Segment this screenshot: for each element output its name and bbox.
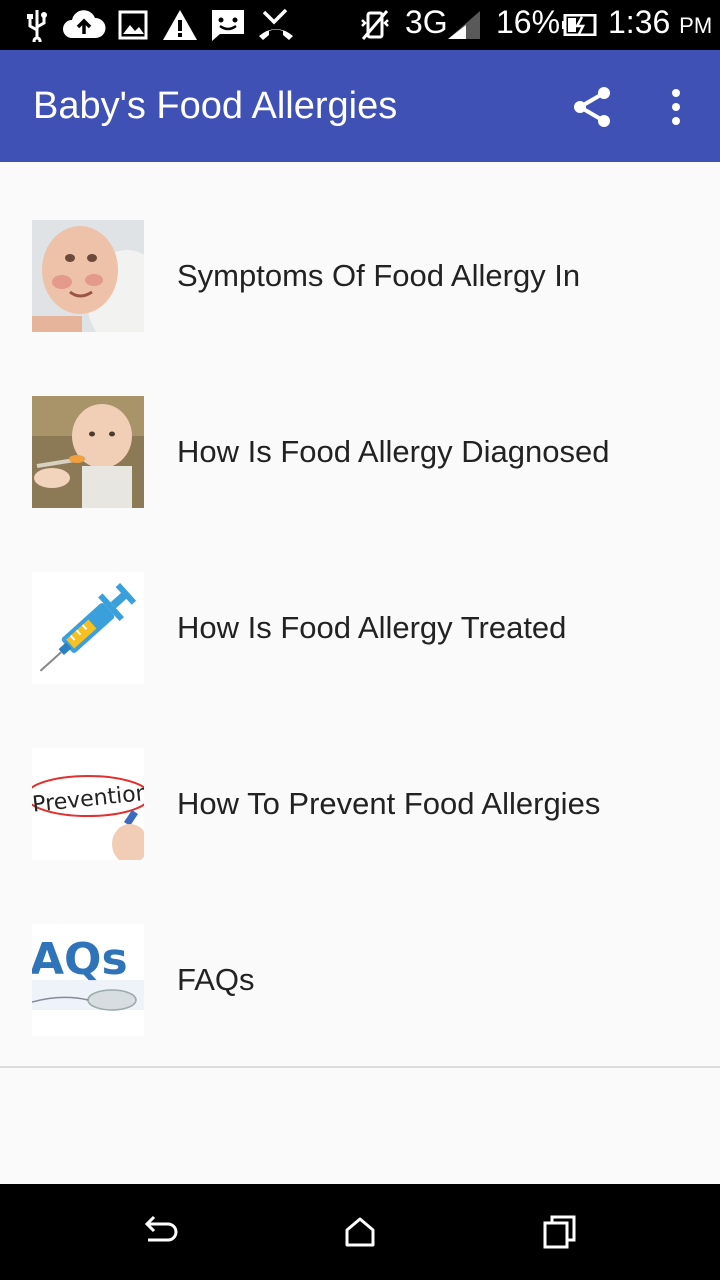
- list-item-label: How Is Food Allergy Diagnosed: [177, 434, 610, 469]
- usb-icon: [24, 8, 50, 42]
- status-bar: 3G 16% 1:36 PM: [0, 0, 720, 50]
- list-item-treated[interactable]: How Is Food Allergy Treated: [0, 514, 720, 690]
- overflow-menu-button[interactable]: [660, 83, 692, 131]
- baby-eating-image: [32, 396, 144, 508]
- baby-face-image: [32, 220, 144, 332]
- missed-call-icon: [256, 8, 296, 42]
- list-divider: [0, 1066, 720, 1068]
- image-icon: [118, 8, 148, 42]
- faqs-image: AQs: [32, 924, 144, 1036]
- recents-button[interactable]: [538, 1210, 582, 1254]
- more-vert-icon: [672, 89, 680, 125]
- battery-percent: 16%: [496, 4, 561, 40]
- list-item-diagnosed[interactable]: How Is Food Allergy Diagnosed: [0, 338, 720, 514]
- list-item-label: How To Prevent Food Allergies: [177, 786, 601, 821]
- network-type: 3G: [405, 4, 448, 40]
- back-icon: [144, 1215, 178, 1242]
- warning-icon: [162, 8, 198, 42]
- faqs-text: AQs: [32, 934, 128, 985]
- prevention-image: Prevention: [32, 748, 144, 860]
- message-icon: [210, 8, 246, 42]
- vibrate-off-icon: [360, 8, 390, 42]
- list-item-label: Symptoms Of Food Allergy In: [177, 258, 581, 293]
- app-title: Baby's Food Allergies: [33, 85, 398, 127]
- clock-time: 1:36: [608, 4, 671, 40]
- recents-icon: [543, 1215, 576, 1249]
- battery-icon: [562, 8, 598, 42]
- syringe-image: [32, 572, 144, 684]
- navigation-bar: [0, 1184, 720, 1280]
- cloud-upload-icon: [62, 8, 106, 42]
- list-item-label: FAQs: [177, 962, 255, 997]
- list-item-faqs[interactable]: AQs FAQs: [0, 866, 720, 1042]
- signal-icon: [446, 8, 482, 42]
- clock-suffix: PM: [679, 13, 713, 38]
- share-icon: [574, 87, 610, 127]
- list-item-symptoms[interactable]: Symptoms Of Food Allergy In: [0, 162, 720, 338]
- list-item-prevent[interactable]: Prevention How To Prevent Food Allergies: [0, 690, 720, 866]
- list-item-label: How Is Food Allergy Treated: [177, 610, 567, 645]
- home-icon: [345, 1217, 375, 1247]
- home-button[interactable]: [338, 1210, 382, 1254]
- share-button[interactable]: [568, 83, 616, 131]
- app-bar: Baby's Food Allergies: [0, 50, 720, 162]
- back-button[interactable]: [138, 1210, 182, 1254]
- clock: 1:36 PM: [608, 4, 712, 41]
